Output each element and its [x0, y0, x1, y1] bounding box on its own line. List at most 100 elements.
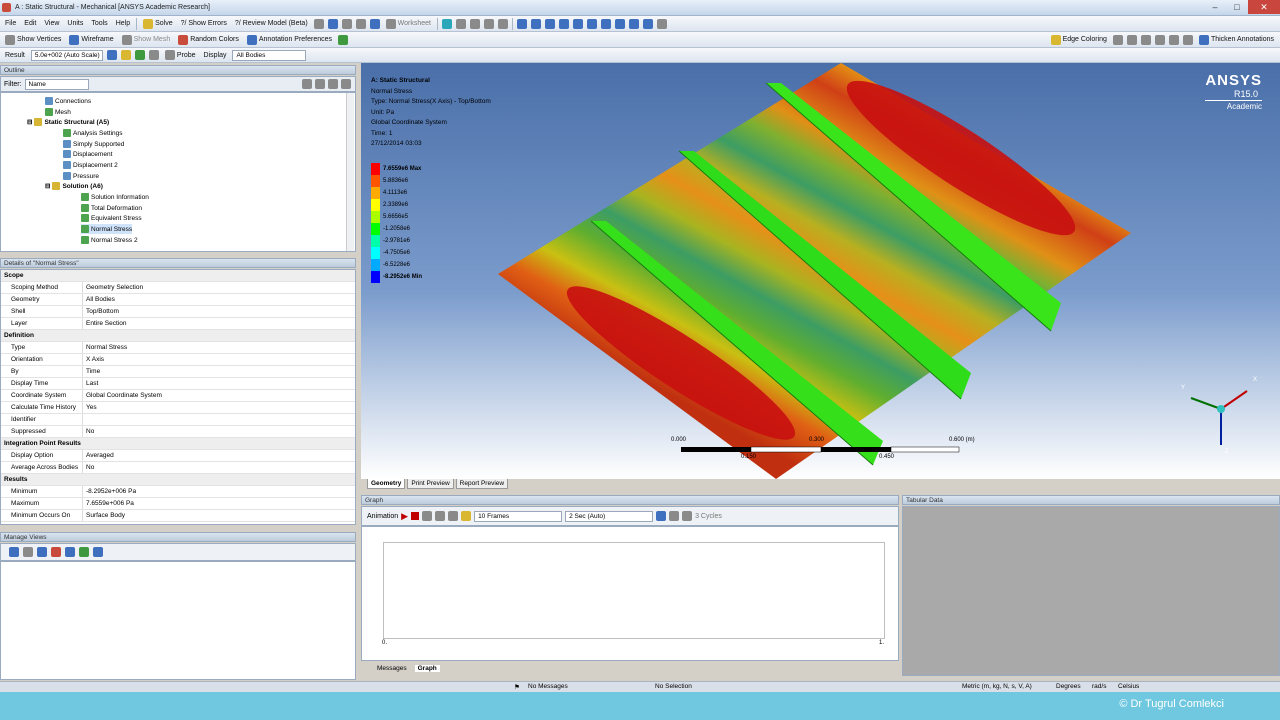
next-frame-icon[interactable] — [435, 511, 446, 521]
menu-view[interactable]: View — [42, 17, 61, 30]
details-value[interactable]: Time — [83, 366, 355, 377]
view-cube-icon[interactable] — [643, 18, 654, 29]
status-messages[interactable]: No Messages — [528, 683, 568, 690]
show-errors-button[interactable]: ?/ Show Errors — [179, 17, 229, 30]
apply-view-icon[interactable] — [37, 547, 47, 557]
tree-item-total-deformation[interactable]: Total Deformation — [81, 203, 142, 213]
tab-report-preview[interactable]: Report Preview — [455, 479, 509, 489]
layout-icon[interactable] — [657, 18, 668, 29]
filter-icon-4[interactable] — [341, 79, 351, 89]
comment-icon[interactable] — [355, 18, 366, 29]
edge-style-icon-6[interactable] — [1182, 34, 1193, 45]
replace-view-icon[interactable] — [65, 547, 75, 557]
solve-button[interactable]: Solve — [141, 17, 175, 30]
details-value[interactable]: Yes — [83, 402, 355, 413]
display-dropdown[interactable]: All Bodies — [232, 49, 307, 61]
export-view-icon[interactable] — [79, 547, 89, 557]
tree-item-connections[interactable]: Connections — [45, 96, 91, 106]
filter-icon-1[interactable] — [302, 79, 312, 89]
tree-item-mesh[interactable]: Mesh — [45, 107, 71, 117]
annotation-preferences-button[interactable]: Annotation Preferences — [245, 33, 334, 46]
edges-icon[interactable] — [134, 50, 145, 60]
export-video-icon[interactable] — [656, 511, 667, 521]
section-plane-icon[interactable] — [341, 18, 352, 29]
tree-item-pressure[interactable]: Pressure — [63, 171, 99, 181]
details-value[interactable]: -8.2952e+006 Pa — [83, 486, 355, 497]
details-value[interactable]: Global Coordinate System — [83, 390, 355, 401]
details-value[interactable] — [83, 414, 355, 425]
tree-item-equivalent-stress[interactable]: Equivalent Stress — [81, 213, 142, 223]
distributed-icon[interactable] — [461, 511, 472, 521]
new-figure-icon[interactable] — [313, 18, 324, 29]
edge-style-icon-4[interactable] — [1154, 34, 1165, 45]
import-view-icon[interactable] — [93, 547, 103, 557]
edge-style-icon-5[interactable] — [1168, 34, 1179, 45]
scale-dropdown[interactable]: 5.0e+002 (Auto Scale) — [30, 49, 103, 61]
filter-dropdown[interactable]: Name — [24, 78, 89, 90]
select-mode-icon[interactable] — [442, 18, 453, 29]
tab-print-preview[interactable]: Print Preview — [407, 479, 454, 489]
previous-frame-icon[interactable] — [422, 511, 433, 521]
frame-list-icon[interactable] — [448, 511, 459, 521]
details-value[interactable]: 7.6559e+006 Pa — [83, 498, 355, 509]
previous-view-icon[interactable] — [601, 18, 612, 29]
show-vertices-button[interactable]: Show Vertices — [3, 33, 63, 46]
minimize-button[interactable]: – — [1204, 0, 1226, 14]
tree-item-solution[interactable]: ⊟ Solution (A6) — [45, 181, 103, 191]
select-edge-icon[interactable] — [470, 18, 481, 29]
menu-units[interactable]: Units — [65, 17, 85, 30]
create-view-icon[interactable] — [9, 547, 19, 557]
pan-icon[interactable] — [531, 18, 542, 29]
delete-view-icon[interactable] — [23, 547, 33, 557]
stop-icon[interactable] — [411, 512, 420, 520]
display-mode-icon[interactable] — [106, 50, 117, 60]
zoom-icon[interactable] — [545, 18, 556, 29]
details-value[interactable]: Averaged — [83, 450, 355, 461]
details-value[interactable]: No — [83, 426, 355, 437]
select-vertex-icon[interactable] — [456, 18, 467, 29]
status-messages-icon[interactable]: ⚑ — [514, 683, 520, 691]
probe-button[interactable]: Probe — [163, 49, 198, 62]
edge-style-icon-1[interactable] — [1112, 34, 1123, 45]
tab-messages[interactable]: Messages — [377, 665, 407, 672]
contour-icon[interactable] — [120, 50, 131, 60]
random-colors-button[interactable]: Random Colors — [176, 33, 241, 46]
vectors-icon[interactable] — [148, 50, 159, 60]
menu-help[interactable]: Help — [114, 17, 132, 30]
filter-icon-3[interactable] — [328, 79, 338, 89]
details-value[interactable]: Surface Body — [83, 510, 355, 521]
details-value[interactable]: Last — [83, 378, 355, 389]
tree-item-analysis-settings[interactable]: Analysis Settings — [63, 128, 123, 138]
magnifier-icon[interactable] — [587, 18, 598, 29]
menu-tools[interactable]: Tools — [89, 17, 109, 30]
edge-style-icon-3[interactable] — [1140, 34, 1151, 45]
filter-icon-2[interactable] — [315, 79, 325, 89]
select-face-icon[interactable] — [484, 18, 495, 29]
play-icon[interactable]: ▶ — [401, 511, 408, 522]
chart-icon[interactable] — [369, 18, 380, 29]
next-view-icon[interactable] — [615, 18, 626, 29]
image-icon[interactable] — [327, 18, 338, 29]
menu-file[interactable]: File — [3, 17, 18, 30]
details-value[interactable]: X Axis — [83, 354, 355, 365]
tree-item-displacement[interactable]: Displacement — [63, 149, 112, 159]
zoom-fit-icon[interactable] — [573, 18, 584, 29]
mirror-icon[interactable] — [669, 511, 680, 521]
thicken-annotations-button[interactable]: Thicken Annotations — [1197, 33, 1276, 46]
edge-coloring-button[interactable]: Edge Coloring — [1049, 33, 1109, 46]
rename-view-icon[interactable] — [51, 547, 61, 557]
rotate-icon[interactable] — [517, 18, 528, 29]
details-value[interactable]: No — [83, 462, 355, 473]
details-value[interactable]: Geometry Selection — [83, 282, 355, 293]
isometric-view-icon[interactable] — [629, 18, 640, 29]
review-model-button[interactable]: ?/ Review Model (Beta) — [233, 17, 310, 30]
edge-style-icon-2[interactable] — [1126, 34, 1137, 45]
wireframe-button[interactable]: Wireframe — [67, 33, 115, 46]
worksheet-button[interactable]: Worksheet — [384, 17, 433, 30]
frames-dropdown[interactable]: 10 Frames — [474, 510, 563, 522]
tree-item-displacement-2[interactable]: Displacement 2 — [63, 160, 118, 170]
details-value[interactable]: Top/Bottom — [83, 306, 355, 317]
select-body-icon[interactable] — [498, 18, 509, 29]
maximize-button[interactable]: □ — [1226, 0, 1248, 14]
close-button[interactable]: ✕ — [1248, 0, 1280, 14]
